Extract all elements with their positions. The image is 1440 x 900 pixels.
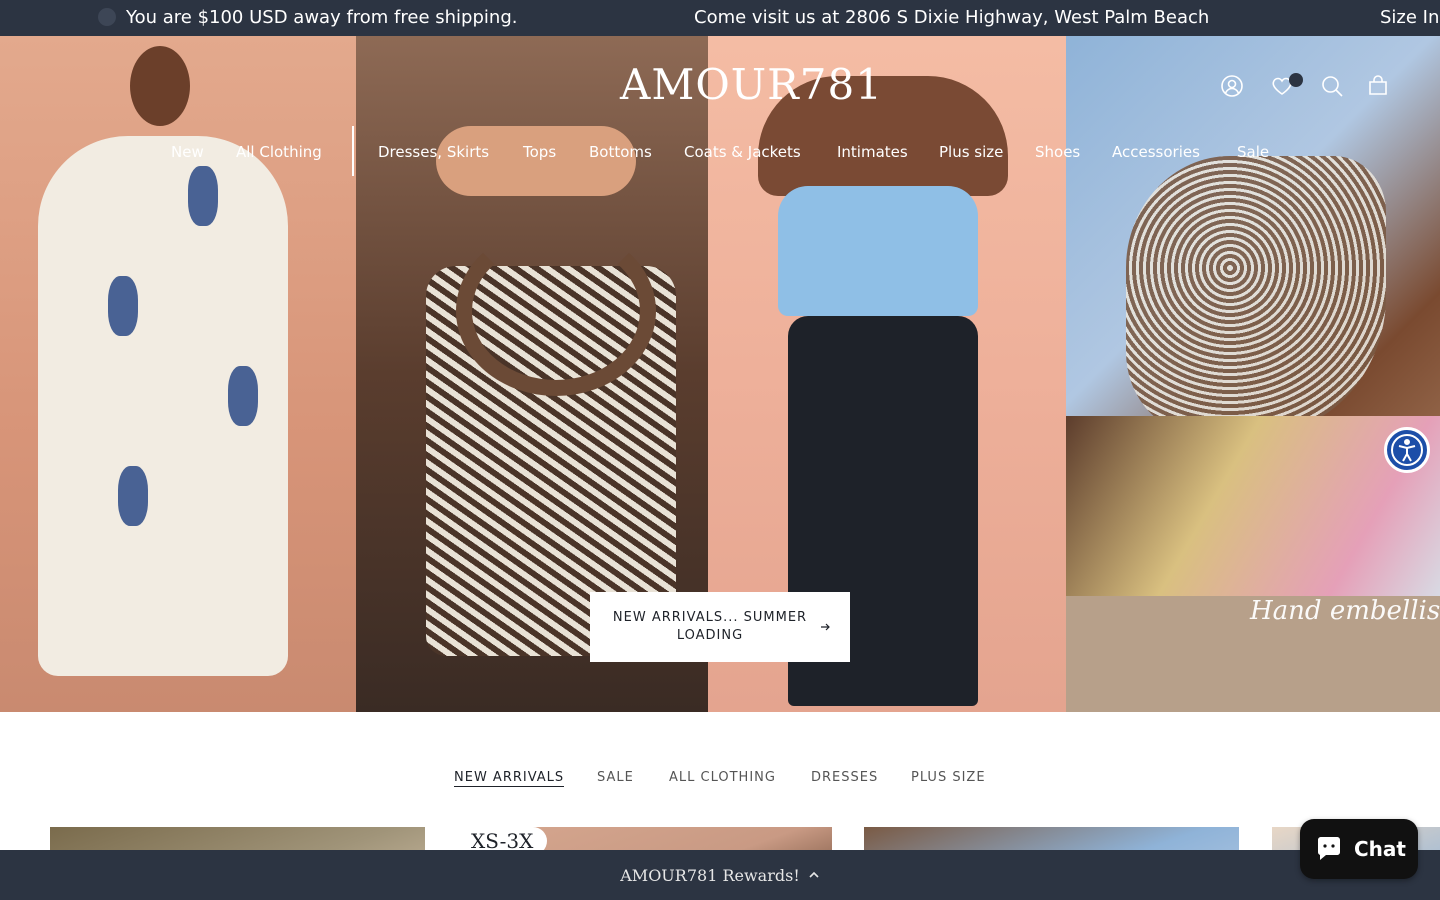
tab-all-clothing[interactable]: ALL CLOTHING xyxy=(669,770,776,785)
hero-figure-head xyxy=(130,46,190,126)
announcement-icon xyxy=(98,8,116,26)
wishlist-badge xyxy=(1289,73,1303,87)
site-logo[interactable]: AMOUR781 xyxy=(620,60,882,110)
nav-item-coats-jackets[interactable]: Coats & Jackets xyxy=(684,143,801,161)
hero-cta-label: NEW ARRIVALS... SUMMER LOADING xyxy=(612,610,808,643)
hero-image-dress xyxy=(0,36,356,712)
search-icon[interactable] xyxy=(1320,74,1344,98)
main-navigation: New All Clothing Dresses, Skirts Tops Bo… xyxy=(0,140,1440,164)
hero-overlay-text: Hand embellished xyxy=(1250,596,1440,626)
nav-divider xyxy=(352,126,354,176)
cart-icon[interactable] xyxy=(1366,74,1390,98)
accessibility-icon xyxy=(1391,434,1423,466)
hero-figure-top xyxy=(778,186,978,316)
nav-item-dresses-skirts[interactable]: Dresses, Skirts xyxy=(378,143,489,161)
hero-figure-dress xyxy=(38,136,288,676)
announcement-size: Size Inc xyxy=(1380,7,1440,28)
chat-button[interactable]: Chat xyxy=(1300,819,1418,879)
announcement-bar: You are $100 USD away from free shipping… xyxy=(0,0,1440,36)
tab-new-arrivals[interactable]: NEW ARRIVALS xyxy=(454,770,565,787)
arrow-right-icon xyxy=(821,623,830,631)
nav-item-intimates[interactable]: Intimates xyxy=(837,143,908,161)
hero-cta-button[interactable]: NEW ARRIVALS... SUMMER LOADING xyxy=(590,592,850,662)
tab-plus-size[interactable]: PLUS SIZE xyxy=(911,770,986,785)
chevron-up-icon xyxy=(809,871,819,878)
account-icon[interactable] xyxy=(1220,74,1244,98)
nav-item-bottoms[interactable]: Bottoms xyxy=(589,143,652,161)
nav-item-new[interactable]: New xyxy=(171,143,204,161)
hero-figure-beads xyxy=(456,226,656,396)
announcement-shipping: You are $100 USD away from free shipping… xyxy=(126,7,518,28)
rewards-bar[interactable]: AMOUR781 Rewards! xyxy=(0,850,1440,900)
tab-dresses[interactable]: DRESSES xyxy=(811,770,878,785)
chat-label: Chat xyxy=(1354,837,1406,861)
accessibility-button[interactable] xyxy=(1384,427,1430,473)
nav-item-all-clothing[interactable]: All Clothing xyxy=(236,143,322,161)
collection-tabs: NEW ARRIVALS SALE ALL CLOTHING DRESSES P… xyxy=(0,768,1440,792)
nav-item-accessories[interactable]: Accessories xyxy=(1112,143,1200,161)
hero-figure-lace xyxy=(1126,156,1386,436)
nav-item-sale[interactable]: Sale xyxy=(1237,143,1269,161)
announcement-visit: Come visit us at 2806 S Dixie Highway, W… xyxy=(694,7,1210,28)
tab-sale[interactable]: SALE xyxy=(597,770,634,785)
nav-item-plus-size[interactable]: Plus size xyxy=(939,143,1003,161)
nav-item-shoes[interactable]: Shoes xyxy=(1035,143,1080,161)
chat-bubble-icon xyxy=(1318,837,1340,860)
rewards-label: AMOUR781 Rewards! xyxy=(620,865,800,885)
nav-item-tops[interactable]: Tops xyxy=(523,143,556,161)
